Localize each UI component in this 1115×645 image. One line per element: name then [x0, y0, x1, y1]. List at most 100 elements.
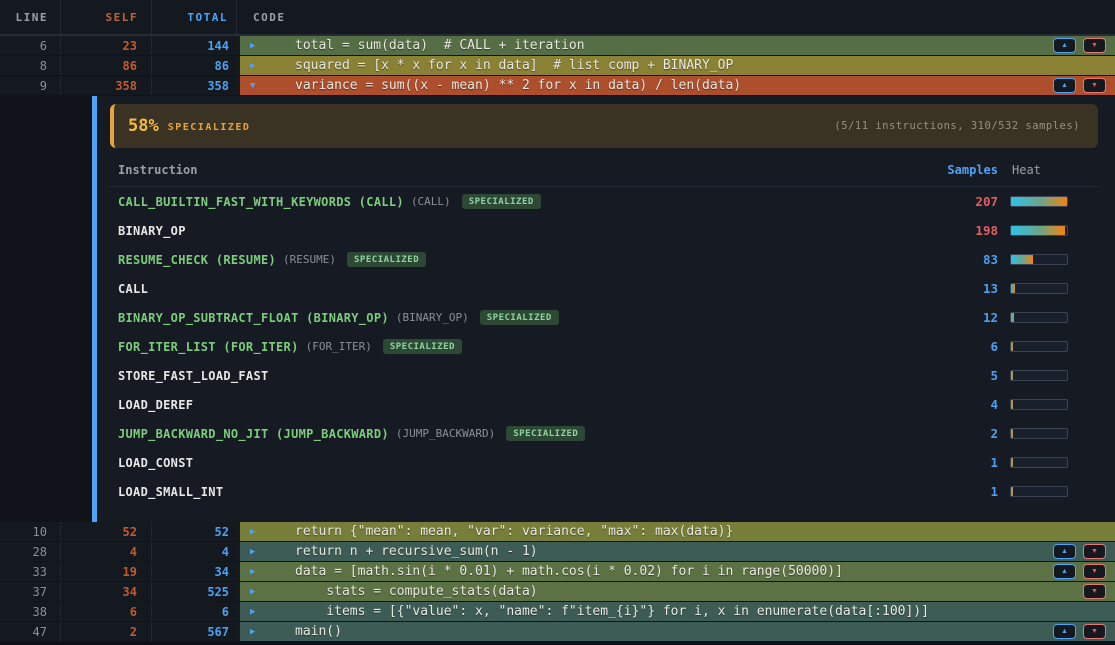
line-number: 8 — [0, 56, 61, 75]
column-header-line[interactable]: LINE — [0, 0, 61, 34]
total-samples: 525 — [152, 582, 237, 601]
expander-icon[interactable]: ▶ — [250, 61, 266, 71]
expander-icon[interactable]: ▶ — [250, 607, 266, 617]
column-header-samples[interactable]: Samples — [928, 163, 998, 177]
self-samples: 358 — [61, 76, 152, 95]
self-samples: 86 — [61, 56, 152, 75]
expander-icon[interactable]: ▶ — [250, 627, 266, 637]
jump-down-button[interactable]: ▼ — [1083, 584, 1106, 599]
line-number: 33 — [0, 562, 61, 581]
opcode-name: LOAD_CONST — [118, 456, 193, 470]
column-header-heat[interactable]: Heat — [1010, 163, 1068, 177]
code-cell[interactable]: ▶ return {"mean": mean, "var": variance,… — [240, 522, 1115, 541]
expander-icon[interactable]: ▶ — [250, 567, 266, 577]
heat-bar-fill — [1011, 284, 1015, 293]
jump-up-button[interactable]: ▲ — [1053, 78, 1076, 93]
total-samples: 567 — [152, 622, 237, 641]
table-header: LINE SELF TOTAL CODE — [0, 0, 1115, 36]
specialized-badge: SPECIALIZED — [347, 252, 426, 267]
sample-count: 1 — [928, 484, 998, 499]
sample-count: 1 — [928, 455, 998, 470]
line-number: 47 — [0, 622, 61, 641]
specialized-badge: SPECIALIZED — [480, 310, 559, 325]
column-header-code[interactable]: CODE — [237, 10, 1115, 24]
heat-bar-fill — [1011, 400, 1013, 409]
arrow-up-icon: ▲ — [1061, 42, 1068, 49]
instruction-table-header: Instruction Samples Heat — [110, 163, 1098, 187]
total-samples: 34 — [152, 562, 237, 581]
code-row-line-10: 10 52 52 ▶ return {"mean": mean, "var": … — [0, 522, 1115, 542]
arrow-up-icon: ▲ — [1061, 82, 1068, 89]
specialization-summary: 58% SPECIALIZED (5/11 instructions, 310/… — [110, 104, 1098, 148]
jump-down-button[interactable]: ▼ — [1083, 624, 1106, 639]
instruction-row: LOAD_DEREF 4 — [110, 390, 1098, 419]
code-cell[interactable]: ▶ main() ▲ ▼ — [240, 622, 1115, 641]
expander-icon[interactable]: ▶ — [250, 547, 266, 557]
code-row-line-28: 28 4 4 ▶ return n + recursive_sum(n - 1)… — [0, 542, 1115, 562]
jump-down-button[interactable]: ▼ — [1083, 38, 1106, 53]
code-cell[interactable]: ▶ total = sum(data) # CALL + iteration ▲… — [240, 36, 1115, 55]
jump-up-button[interactable]: ▲ — [1053, 564, 1076, 579]
code-row-line-37: 37 34 525 ▶ stats = compute_stats(data) … — [0, 582, 1115, 602]
sample-count: 12 — [928, 310, 998, 325]
instruction-row: BINARY_OP 198 — [110, 216, 1098, 245]
jump-up-button[interactable]: ▲ — [1053, 38, 1076, 53]
column-header-instruction[interactable]: Instruction — [118, 163, 928, 177]
self-samples: 4 — [61, 542, 152, 561]
specialized-label: SPECIALIZED — [168, 119, 251, 133]
sample-count: 6 — [928, 339, 998, 354]
code-text: total = sum(data) # CALL + iteration — [295, 38, 585, 53]
opcode-name: CALL_BUILTIN_FAST_WITH_KEYWORDS (CALL) — [118, 195, 404, 209]
heat-bar-fill — [1011, 255, 1033, 264]
jump-down-button[interactable]: ▼ — [1083, 78, 1106, 93]
profiler-app: { "table": { "columns": { "line": "LINE"… — [0, 0, 1115, 645]
heat-bar-fill — [1011, 458, 1013, 467]
arrow-down-icon: ▼ — [1091, 42, 1098, 49]
heat-bar — [1010, 428, 1068, 439]
opcode-name: JUMP_BACKWARD_NO_JIT (JUMP_BACKWARD) — [118, 427, 389, 441]
heat-bar — [1010, 486, 1068, 497]
self-samples: 52 — [61, 522, 152, 541]
specialized-badge: SPECIALIZED — [462, 194, 541, 209]
jump-down-button[interactable]: ▼ — [1083, 544, 1106, 559]
code-cell[interactable]: ▶ data = [math.sin(i * 0.01) + math.cos(… — [240, 562, 1115, 581]
column-header-total[interactable]: TOTAL — [152, 0, 237, 34]
code-text: data = [math.sin(i * 0.01) + math.cos(i … — [295, 564, 843, 579]
code-row-line-6: 6 23 144 ▶ total = sum(data) # CALL + it… — [0, 36, 1115, 56]
line-number: 28 — [0, 542, 61, 561]
code-cell[interactable]: ▶ items = [{"value": x, "name": f"item_{… — [240, 602, 1115, 621]
specialized-detail: (5/11 instructions, 310/532 samples) — [834, 120, 1080, 132]
arrow-down-icon: ▼ — [1091, 588, 1098, 595]
code-cell[interactable]: ▼ variance = sum((x - mean) ** 2 for x i… — [240, 76, 1115, 95]
heat-bar — [1010, 457, 1068, 468]
jump-down-button[interactable]: ▼ — [1083, 564, 1106, 579]
code-cell[interactable]: ▶ stats = compute_stats(data) ▼ — [240, 582, 1115, 601]
sample-count: 5 — [928, 368, 998, 383]
panel-body: 58% SPECIALIZED (5/11 instructions, 310/… — [97, 96, 1115, 522]
expander-icon[interactable]: ▶ — [250, 41, 266, 51]
arrow-down-icon: ▼ — [1091, 548, 1098, 555]
specialized-badge: SPECIALIZED — [506, 426, 585, 441]
column-header-self[interactable]: SELF — [61, 0, 152, 34]
sample-count: 83 — [928, 252, 998, 267]
opcode-name: CALL — [118, 282, 148, 296]
code-text: stats = compute_stats(data) — [295, 584, 538, 599]
heat-bar-fill — [1011, 313, 1014, 322]
jump-up-button[interactable]: ▲ — [1053, 624, 1076, 639]
opcode-name: STORE_FAST_LOAD_FAST — [118, 369, 269, 383]
expander-icon[interactable]: ▼ — [250, 81, 266, 91]
heat-bar-fill — [1011, 371, 1013, 380]
instruction-row: CALL 13 — [110, 274, 1098, 303]
instruction-row: LOAD_SMALL_INT 1 — [110, 477, 1098, 506]
self-samples: 34 — [61, 582, 152, 601]
jump-up-button[interactable]: ▲ — [1053, 544, 1076, 559]
arrow-up-icon: ▲ — [1061, 548, 1068, 555]
heat-bar-fill — [1011, 487, 1013, 496]
code-cell[interactable]: ▶ squared = [x * x for x in data] # list… — [240, 56, 1115, 75]
code-cell[interactable]: ▶ return n + recursive_sum(n - 1) ▲ ▼ — [240, 542, 1115, 561]
expander-icon[interactable]: ▶ — [250, 527, 266, 537]
instruction-row: RESUME_CHECK (RESUME)(RESUME)SPECIALIZED… — [110, 245, 1098, 274]
self-samples: 19 — [61, 562, 152, 581]
expander-icon[interactable]: ▶ — [250, 587, 266, 597]
specialized-badge: SPECIALIZED — [383, 339, 462, 354]
